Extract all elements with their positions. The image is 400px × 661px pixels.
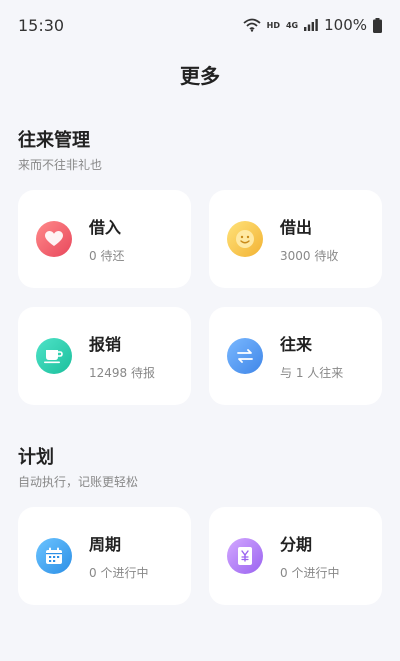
card-subtitle: 12498 待报 bbox=[89, 366, 155, 380]
section-title-plan: 计划 bbox=[18, 447, 54, 468]
cup-icon bbox=[36, 338, 72, 374]
card-subtitle: 0 个进行中 bbox=[280, 566, 340, 580]
wifi-icon bbox=[243, 18, 261, 32]
card-borrow-in[interactable]: 借入 0 待还 bbox=[18, 190, 191, 288]
page-title: 更多 bbox=[180, 64, 220, 88]
card-title: 分期 bbox=[280, 535, 313, 554]
section-title-contacts: 往来管理 bbox=[18, 130, 90, 151]
card-title: 借入 bbox=[89, 218, 122, 237]
status-bar: 15:30 HD 4G 100% bbox=[0, 0, 400, 50]
card-subtitle: 0 个进行中 bbox=[89, 566, 149, 580]
card-subtitle: 3000 待收 bbox=[280, 249, 339, 263]
battery-percent: 100% bbox=[324, 16, 367, 34]
calendar-icon bbox=[36, 538, 72, 574]
section-subtitle-plan: 自动执行，记账更轻松 bbox=[18, 475, 139, 489]
network-indicator: 4G bbox=[285, 20, 299, 30]
card-title: 往来 bbox=[280, 335, 313, 354]
status-time: 15:30 bbox=[18, 15, 65, 35]
card-contacts[interactable]: 往来 与 1 人往来 bbox=[209, 307, 382, 405]
ticket-icon bbox=[227, 538, 263, 574]
card-title: 报销 bbox=[89, 335, 122, 354]
battery-icon bbox=[373, 17, 382, 33]
transfer-icon bbox=[227, 338, 263, 374]
heart-icon bbox=[36, 221, 72, 257]
status-icons: HD 4G 100% bbox=[243, 16, 382, 34]
signal-icon bbox=[304, 19, 318, 31]
card-title: 借出 bbox=[280, 218, 313, 237]
card-borrow-out[interactable]: 借出 3000 待收 bbox=[209, 190, 382, 288]
section-subtitle-contacts: 来而不往非礼也 bbox=[18, 158, 103, 172]
smile-icon bbox=[227, 221, 263, 257]
card-subtitle: 0 待还 bbox=[89, 249, 125, 263]
card-recurring[interactable]: 周期 0 个进行中 bbox=[18, 507, 191, 605]
card-installment[interactable]: 分期 0 个进行中 bbox=[209, 507, 382, 605]
card-title: 周期 bbox=[89, 535, 122, 554]
card-subtitle: 与 1 人往来 bbox=[280, 366, 344, 380]
hd-indicator: HD bbox=[266, 20, 280, 30]
card-reimburse[interactable]: 报销 12498 待报 bbox=[18, 307, 191, 405]
